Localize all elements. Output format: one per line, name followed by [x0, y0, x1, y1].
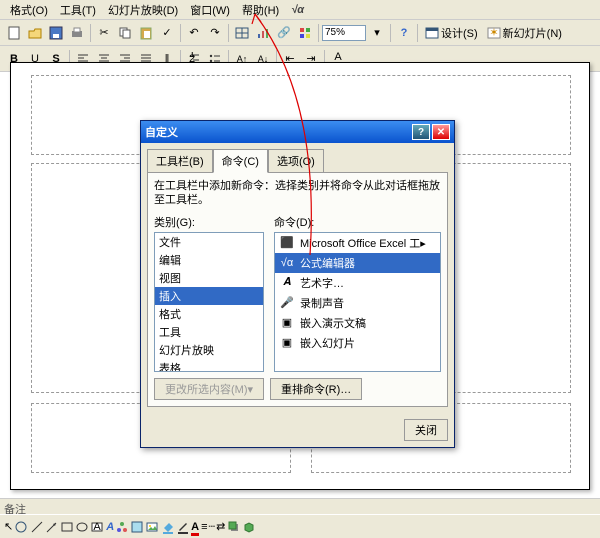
toolbar-drawing: ↖ A A A ≡ ┄ ⇄ — [0, 514, 600, 538]
fill-color-icon[interactable] — [161, 520, 175, 534]
sound-icon: 🎤 — [279, 295, 295, 311]
customize-dialog: 自定义 ? ✕ 工具栏(B) 命令(C) 选项(O) 在工具栏中添加新命令：选择… — [140, 120, 455, 448]
tab-commands[interactable]: 命令(C) — [213, 149, 268, 173]
command-label: 嵌入演示文稿 — [300, 315, 366, 331]
category-item[interactable]: 格式 — [155, 305, 263, 323]
command-item[interactable]: 🎤 录制声音 — [275, 293, 440, 313]
color-icon[interactable] — [295, 23, 315, 43]
tab-options[interactable]: 选项(O) — [268, 149, 324, 173]
chart-icon[interactable] — [253, 23, 273, 43]
command-item[interactable]: 𝑨 艺术字… — [275, 273, 440, 293]
command-item[interactable]: √α 公式编辑器 — [275, 253, 440, 273]
arrow-style-icon[interactable]: ⇄ — [216, 520, 225, 533]
command-item[interactable]: ⬛ Microsoft Office Excel 工▸ — [275, 233, 440, 253]
menu-tools[interactable]: 工具(T) — [54, 0, 102, 20]
svg-text:A: A — [94, 521, 102, 533]
picture-icon[interactable] — [145, 520, 159, 534]
menu-window[interactable]: 窗口(W) — [184, 0, 236, 20]
command-label: Microsoft Office Excel 工▸ — [300, 235, 426, 251]
category-item[interactable]: 编辑 — [155, 251, 263, 269]
select-icon[interactable]: ↖ — [4, 520, 13, 533]
save-icon[interactable] — [46, 23, 66, 43]
category-item[interactable]: 工具 — [155, 323, 263, 341]
zoom-combo[interactable] — [322, 25, 366, 41]
toolbar-standard: ✂ ✓ ↶ ↷ 🔗 ▾ ? 设计(S) ✶新幻灯片(N) — [0, 20, 600, 46]
modify-selection-button[interactable]: 更改所选内容(M)▾ — [154, 378, 264, 400]
category-item[interactable]: 视图 — [155, 269, 263, 287]
3d-style-icon[interactable] — [242, 520, 256, 534]
tab-toolbars[interactable]: 工具栏(B) — [147, 149, 213, 173]
embed-icon: ▣ — [279, 315, 295, 331]
rearrange-commands-button[interactable]: 重排命令(R)… — [270, 378, 362, 400]
redo-icon[interactable]: ↷ — [205, 23, 225, 43]
paste-icon[interactable] — [136, 23, 156, 43]
font-color-draw-icon[interactable]: A — [191, 521, 199, 533]
line-icon[interactable] — [30, 520, 44, 534]
clipart-icon[interactable] — [130, 520, 144, 534]
hyperlink-icon[interactable]: 🔗 — [274, 23, 294, 43]
dialog-title: 自定义 — [145, 124, 410, 140]
tab-panel: 在工具栏中添加新命令：选择类别并将命令从此对话框拖放至工具栏。 类别(G): 文… — [147, 172, 448, 407]
dash-style-icon[interactable]: ┄ — [209, 520, 216, 533]
command-label: 录制声音 — [300, 295, 344, 311]
svg-text:✶: ✶ — [489, 27, 498, 39]
category-item[interactable]: 表格 — [155, 359, 263, 372]
table-icon[interactable] — [232, 23, 252, 43]
categories-listbox[interactable]: 文件编辑视图插入格式工具幻灯片放映表格窗口及帮助绘图自选图形 — [154, 232, 264, 372]
embed-icon: ▣ — [279, 335, 295, 351]
dialog-titlebar[interactable]: 自定义 ? ✕ — [141, 121, 454, 143]
command-label: 嵌入幻灯片 — [300, 335, 355, 351]
wordart-icon[interactable]: A — [106, 521, 114, 533]
rectangle-icon[interactable] — [60, 520, 74, 534]
command-label: 艺术字… — [300, 275, 344, 291]
close-icon[interactable]: ✕ — [432, 124, 450, 140]
diagram-icon[interactable] — [115, 520, 129, 534]
menu-format[interactable]: 格式(O) — [4, 0, 54, 20]
shadow-style-icon[interactable] — [227, 520, 241, 534]
new-slide-button[interactable]: ✶新幻灯片(N) — [483, 23, 566, 43]
copy-icon[interactable] — [115, 23, 135, 43]
cut-icon[interactable]: ✂ — [94, 23, 114, 43]
design-button[interactable]: 设计(S) — [421, 23, 482, 43]
category-item[interactable]: 文件 — [155, 233, 263, 251]
menu-slideshow[interactable]: 幻灯片放映(D) — [102, 0, 184, 20]
command-item[interactable]: ▣ 嵌入演示文稿 — [275, 313, 440, 333]
categories-label: 类别(G): — [154, 214, 264, 230]
undo-icon[interactable]: ↶ — [184, 23, 204, 43]
help-button[interactable]: ? — [412, 124, 430, 140]
zoom-dropdown-icon[interactable]: ▾ — [367, 23, 387, 43]
help-icon[interactable]: ? — [394, 23, 414, 43]
excel-icon: ⬛ — [279, 235, 295, 251]
wordart-icon: 𝑨 — [279, 275, 295, 291]
commands-listbox[interactable]: ⬛ Microsoft Office Excel 工▸ √α 公式编辑器 𝑨 艺术字… 🎤 录… — [274, 232, 441, 372]
arrow-icon[interactable] — [45, 520, 59, 534]
commands-label: 命令(D): — [274, 214, 441, 230]
menu-help[interactable]: 帮助(H) — [236, 0, 285, 20]
category-item[interactable]: 幻灯片放映 — [155, 341, 263, 359]
print-icon[interactable] — [67, 23, 87, 43]
equation-toolbar-icon[interactable]: √α — [285, 2, 310, 18]
autoshapes-icon[interactable] — [14, 520, 28, 534]
command-label: 公式编辑器 — [300, 255, 355, 271]
command-item[interactable]: ▣ 嵌入幻灯片 — [275, 333, 440, 353]
oval-icon[interactable] — [75, 520, 89, 534]
category-item[interactable]: 插入 — [155, 287, 263, 305]
instruction-text: 在工具栏中添加新命令：选择类别并将命令从此对话框拖放至工具栏。 — [154, 179, 441, 208]
new-icon[interactable] — [4, 23, 24, 43]
close-button[interactable]: 关闭 — [404, 419, 448, 441]
format-painter-icon[interactable]: ✓ — [157, 23, 177, 43]
line-style-icon[interactable]: ≡ — [201, 521, 207, 533]
sqrt-icon: √α — [279, 255, 295, 271]
menubar: 格式(O) 工具(T) 幻灯片放映(D) 窗口(W) 帮助(H) √α — [0, 0, 600, 20]
dialog-tabs: 工具栏(B) 命令(C) 选项(O) — [147, 149, 448, 173]
line-color-icon[interactable] — [176, 520, 190, 534]
open-icon[interactable] — [25, 23, 45, 43]
textbox-icon[interactable]: A — [90, 520, 104, 534]
